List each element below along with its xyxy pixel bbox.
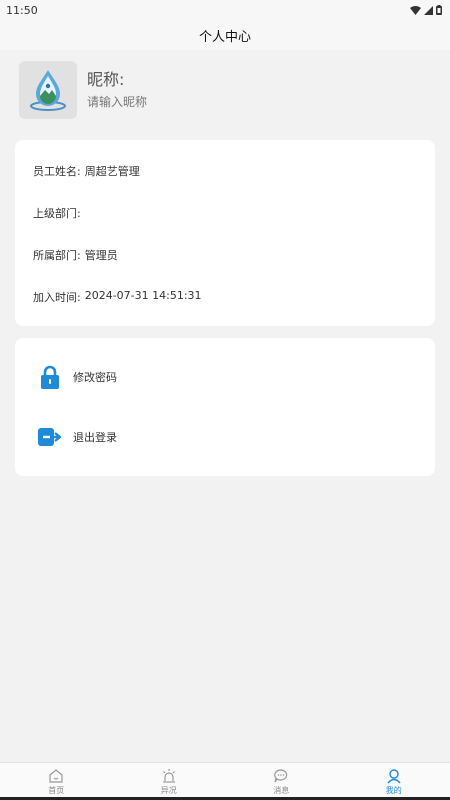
tab-mine[interactable]: 我的 — [338, 763, 450, 800]
info-label: 加入时间: — [33, 291, 81, 304]
nickname-value[interactable]: 请输入昵称 — [87, 93, 147, 110]
profile-text: 昵称: 请输入昵称 — [87, 70, 147, 110]
lock-icon — [37, 364, 63, 390]
info-value: 周超艺管理 — [84, 165, 140, 178]
water-drop-logo-icon — [30, 70, 66, 111]
info-value: 管理员 — [84, 249, 118, 262]
status-bar: 11:50 — [0, 0, 450, 20]
wifi-icon — [410, 5, 421, 15]
info-row-dept: 所属部门: 管理员 — [33, 247, 118, 263]
tab-label: 异况 — [160, 785, 177, 795]
nickname-label: 昵称: — [87, 70, 125, 89]
profile-section[interactable]: 昵称: 请输入昵称 — [19, 60, 439, 120]
info-label: 员工姓名: — [33, 165, 81, 178]
tab-alarm[interactable]: 异况 — [113, 763, 226, 800]
tab-label: 首页 — [48, 785, 65, 795]
battery-icon — [436, 5, 442, 15]
actions-card: 修改密码 退出登录 — [15, 338, 435, 476]
avatar[interactable] — [19, 61, 77, 119]
tab-messages[interactable]: 消息 — [225, 763, 338, 800]
logout-button[interactable]: 退出登录 — [37, 424, 117, 450]
action-label: 修改密码 — [73, 371, 117, 384]
info-label: 上级部门: — [33, 207, 81, 220]
home-icon — [49, 768, 63, 783]
status-time: 11:50 — [6, 3, 38, 17]
tab-label: 消息 — [273, 785, 290, 795]
info-row-parent-dept: 上级部门: — [33, 205, 85, 221]
change-password-button[interactable]: 修改密码 — [37, 364, 117, 390]
employee-info-card: 员工姓名: 周超艺管理 上级部门: 所属部门: 管理员 加入时间: 2024-0… — [15, 140, 435, 326]
tab-label: 我的 — [385, 785, 402, 795]
status-icons — [410, 5, 442, 15]
logout-icon — [37, 424, 63, 450]
action-label: 退出登录 — [73, 431, 117, 444]
info-row-join-time: 加入时间: 2024-07-31 14:51:31 — [33, 289, 202, 305]
info-label: 所属部门: — [33, 249, 81, 262]
alarm-icon — [162, 768, 175, 783]
user-icon — [387, 768, 401, 783]
bottom-tab-bar: 首页 异况 消息 我的 — [0, 762, 450, 800]
page-title: 个人中心 — [198, 29, 251, 45]
signal-icon — [424, 5, 433, 15]
info-row-name: 员工姓名: 周超艺管理 — [33, 163, 140, 179]
header: 个人中心 — [0, 20, 450, 50]
info-value: 2024-07-31 14:51:31 — [84, 289, 202, 302]
chat-icon — [274, 768, 288, 782]
tab-home[interactable]: 首页 — [0, 763, 113, 800]
